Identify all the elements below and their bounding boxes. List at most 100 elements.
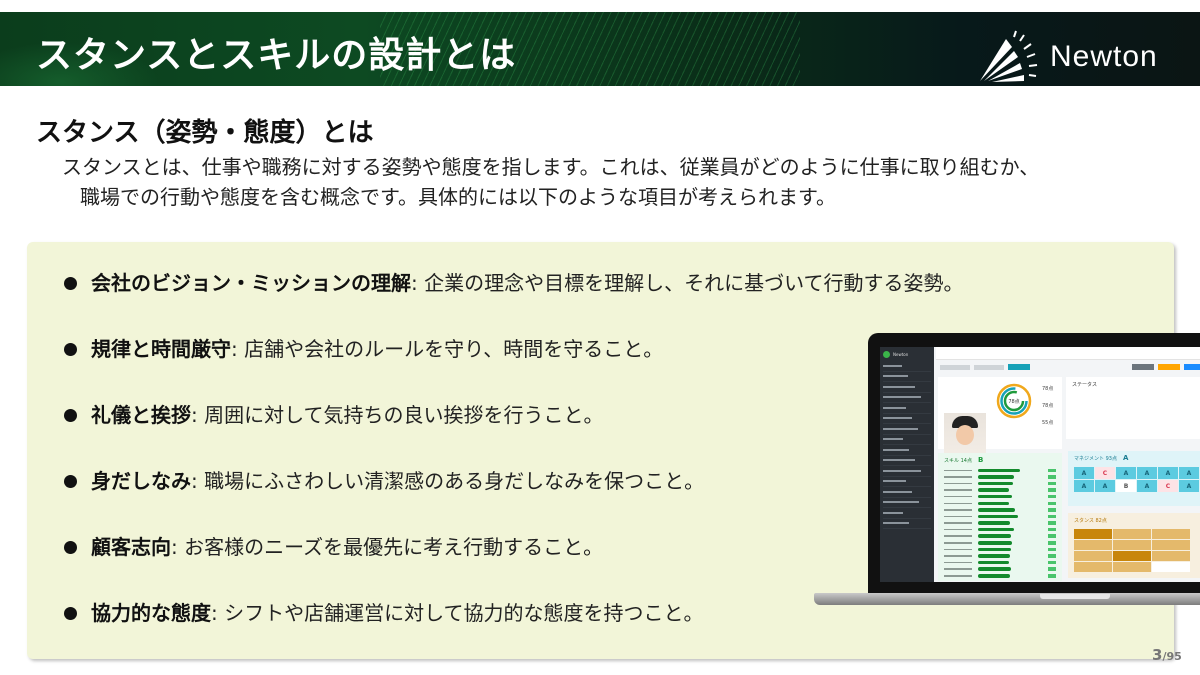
app-sidebar: Newton (880, 347, 934, 582)
page-total: /95 (1162, 650, 1182, 663)
management-grade-cell: A (1137, 467, 1157, 479)
sidebar-item (883, 498, 931, 508)
skill-row (938, 540, 1062, 547)
sidebar-item (883, 435, 931, 445)
bullet-icon (64, 277, 77, 290)
page-current: 3 (1152, 646, 1163, 664)
intro-line: スタンスとは、仕事や職務に対する姿勢や態度を指します。これは、従業員がどのように… (62, 155, 1040, 179)
management-panel: マネジメント 93点 A ACAAAAAABACA (1068, 451, 1200, 506)
skill-row (938, 474, 1062, 481)
sidebar-item (883, 393, 931, 403)
skill-bar (978, 567, 1011, 571)
slide-title: スタンスとスキルの設計とは (36, 35, 517, 76)
skill-row (938, 507, 1062, 514)
skill-row (938, 467, 1062, 474)
filter-field (940, 364, 970, 370)
laptop-base (814, 593, 1200, 605)
skill-bar (978, 508, 1015, 512)
list-item: 規律と時間厳守: 店舗や会社のルールを守り、時間を守ること。 (62, 334, 964, 400)
sidebar-item (883, 456, 931, 466)
score-list: 78点 78点 55点 (1042, 385, 1053, 426)
item-term: 礼儀と挨拶 (91, 403, 191, 427)
intro-line: 職場での行動や態度を含む概念です。具体的には以下のような項目が考えられます。 (80, 185, 836, 209)
management-grade-cell: A (1179, 467, 1199, 479)
item-term: 身だしなみ (91, 469, 191, 493)
skill-bar (978, 554, 1010, 558)
sidebar-item (883, 519, 931, 529)
skill-row (938, 493, 1062, 500)
print-button (1132, 364, 1154, 370)
management-grade-cell: C (1095, 467, 1115, 479)
list-item: 礼儀と挨拶: 周囲に対して気持ちの良い挨拶を行うこと。 (62, 400, 964, 466)
gauge-score-label: 78点 (1008, 399, 1019, 405)
skill-row (938, 513, 1062, 520)
management-title: マネジメント 93点 (1074, 455, 1117, 462)
status-title: ステータス (1072, 382, 1098, 388)
laptop-notch (1040, 594, 1110, 599)
app-toolbar (936, 360, 1200, 374)
skill-row (938, 573, 1062, 580)
skill-row (938, 546, 1062, 553)
stance-grid (1074, 529, 1190, 572)
management-grade-cell: A (1158, 467, 1178, 479)
score-gauge: 78点 (996, 383, 1032, 419)
skill-row (938, 480, 1062, 487)
stance-panel: スタンス 82点 (1068, 513, 1200, 578)
create-button (1184, 364, 1200, 370)
evaluate-button (1158, 364, 1180, 370)
app-logo: Newton (880, 347, 934, 361)
item-description: : 企業の理念や目標を理解し、それに基づいて行動する姿勢。 (411, 271, 964, 295)
bullet-icon (64, 541, 77, 554)
skill-bar (978, 547, 1011, 552)
sidebar-item (883, 466, 931, 477)
skill-bar (978, 560, 1009, 565)
skill-title: スキル 14点 (944, 457, 972, 464)
management-grade-cell: C (1158, 480, 1178, 492)
header-banner: スタンスとスキルの設計とは Newton (0, 12, 1200, 86)
item-term: 顧客志向 (91, 535, 171, 559)
list-item: 顧客志向: お客様のニーズを最優先に考え行動すること。 (62, 532, 964, 598)
list-item: 会社のビジョン・ミッションの理解: 企業の理念や目標を理解し、それに基づいて行動… (62, 268, 964, 334)
skill-bar (978, 521, 1010, 525)
score-value: 78点 (1042, 386, 1054, 392)
app-main: 78点 78点 78点 55点 ステータス スキル 14点 B マネジメント 9… (936, 347, 1200, 582)
management-grade-cell: A (1074, 467, 1094, 479)
bullet-icon (64, 409, 77, 422)
skill-row (938, 520, 1062, 527)
logo-text: Newton (1050, 40, 1158, 73)
newton-logo: Newton (976, 30, 1158, 82)
laptop-bezel: Newton 78点 78点 78点 55点 ステータス スキル 14点 B マ… (868, 333, 1200, 595)
skill-row (938, 526, 1062, 533)
sidebar-item (883, 424, 931, 435)
item-description: : お客様のニーズを最優先に考え行動すること。 (171, 535, 604, 559)
laptop-mockup-image: Newton 78点 78点 78点 55点 ステータス スキル 14点 B マ… (814, 333, 1200, 613)
sidebar-item (883, 487, 931, 498)
item-term: 規律と時間厳守 (91, 337, 231, 361)
list-item: 身だしなみ: 職場にふさわしい清潔感のある身だしなみを保つこと。 (62, 466, 964, 532)
skill-bar (978, 468, 1020, 473)
sidebar-item (883, 403, 931, 414)
skill-grade: B (977, 456, 984, 464)
sidebar-item (883, 445, 931, 456)
skill-bar (978, 534, 1011, 538)
skill-row (938, 533, 1062, 540)
sidebar-item (883, 414, 931, 424)
skill-row (938, 487, 1062, 494)
score-value: 55点 (1042, 420, 1054, 426)
skill-row (938, 553, 1062, 560)
skill-bar (978, 494, 1012, 499)
bullet-icon (64, 607, 77, 620)
laptop-screen: Newton 78点 78点 78点 55点 ステータス スキル 14点 B マ… (880, 347, 1200, 582)
management-grade-cell: A (1095, 480, 1115, 492)
stance-title: スタンス 82点 (1074, 518, 1107, 524)
intro-paragraph: スタンスとは、仕事や職務に対する姿勢や態度を指します。これは、従業員がどのように… (62, 152, 1172, 212)
list-item: 協力的な態度: シフトや店舗運営に対して協力的な態度を持つこと。 (62, 598, 964, 664)
item-description: : 店舗や会社のルールを守り、時間を守ること。 (231, 337, 664, 361)
status-card: ステータス (1066, 377, 1200, 439)
item-term: 会社のビジョン・ミッションの理解 (91, 271, 411, 295)
profile-card: 78点 78点 78点 55点 (938, 377, 1062, 465)
bullet-icon (64, 475, 77, 488)
sidebar-item (883, 477, 931, 487)
skill-panel: スキル 14点 B (938, 453, 1062, 581)
app-logo-icon (883, 350, 890, 358)
